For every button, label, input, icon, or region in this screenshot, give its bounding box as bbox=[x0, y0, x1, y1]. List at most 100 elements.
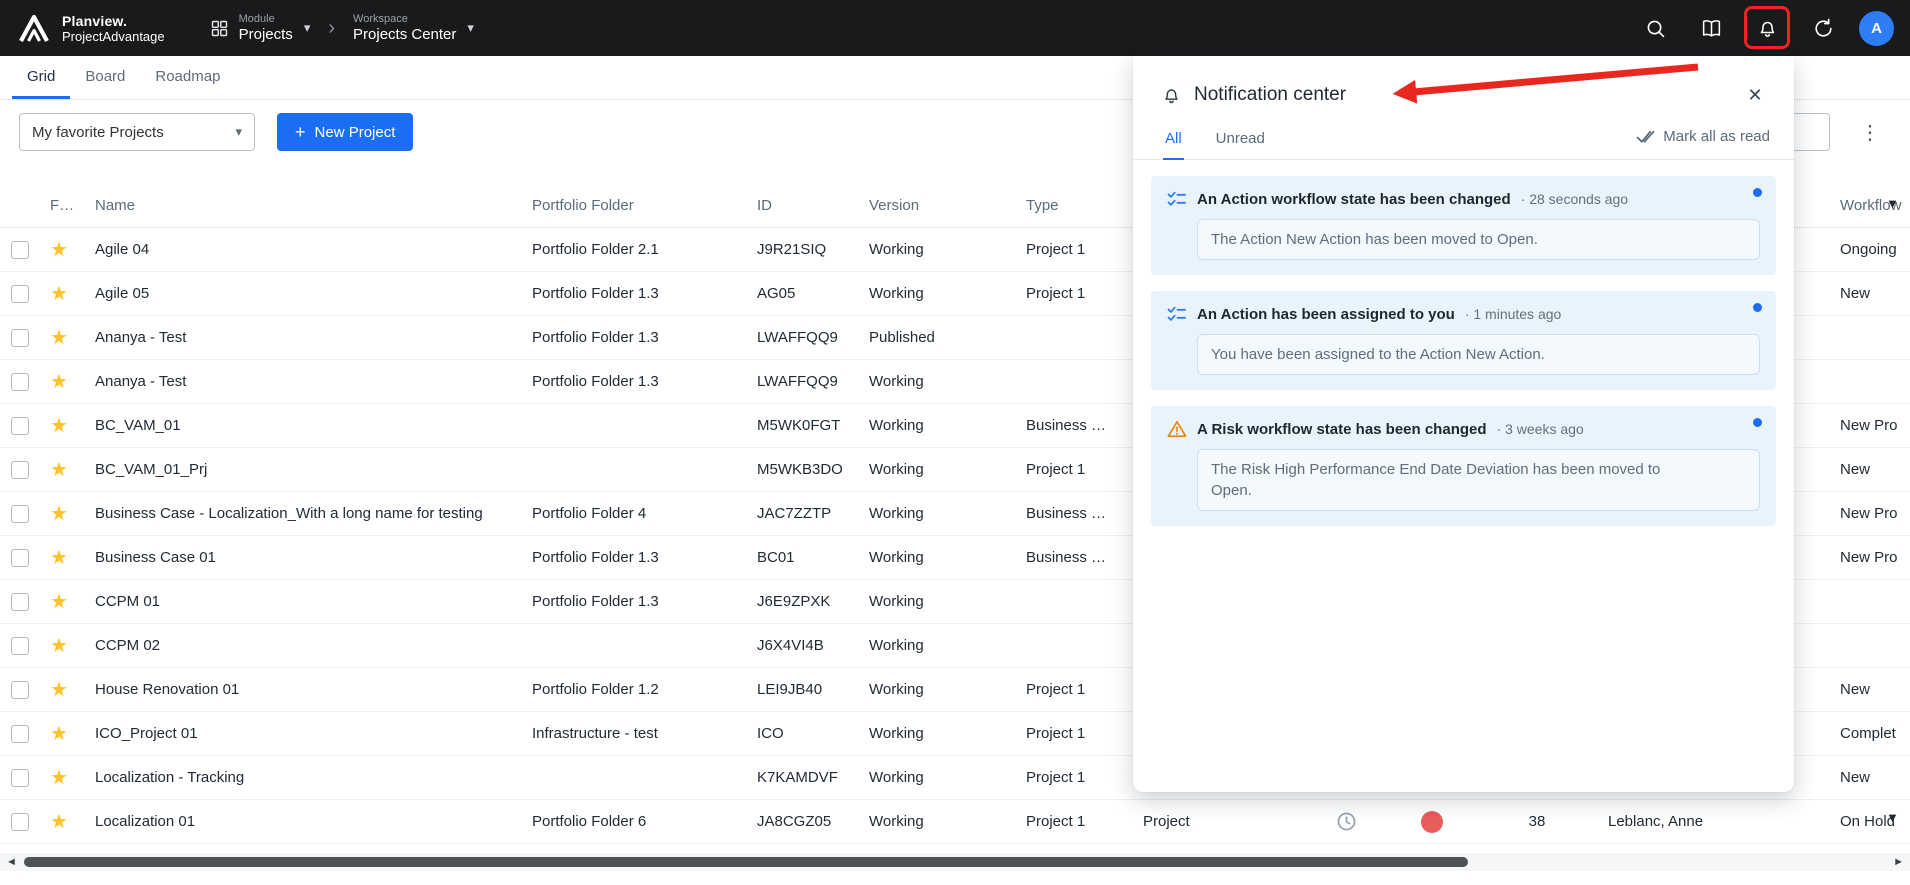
cell-id: AG05 bbox=[757, 285, 869, 302]
cell-owner: Leblanc, Anne bbox=[1592, 813, 1832, 830]
row-checkbox[interactable] bbox=[11, 461, 29, 479]
cell-workflow: New Pro bbox=[1832, 417, 1910, 434]
cell-id: LWAFFQQ9 bbox=[757, 329, 869, 346]
favorite-star-icon[interactable]: ★ bbox=[50, 592, 68, 612]
favorite-star-icon[interactable]: ★ bbox=[50, 812, 68, 832]
column-header-fav[interactable]: Fav... bbox=[40, 197, 95, 214]
horizontal-scrollbar[interactable]: ◄ ► bbox=[0, 853, 1910, 871]
vertical-scroll-caret-icon[interactable]: ▼ bbox=[1886, 810, 1899, 825]
column-header-portfolio-folder[interactable]: Portfolio Folder bbox=[532, 197, 757, 214]
cell-version: Working bbox=[869, 813, 1012, 830]
new-project-label: New Project bbox=[315, 124, 396, 141]
favorite-star-icon[interactable]: ★ bbox=[50, 372, 68, 392]
cell-name: BC_VAM_01_Prj bbox=[95, 461, 532, 478]
cell-workflow: New Pro bbox=[1832, 549, 1910, 566]
search-button[interactable] bbox=[1635, 8, 1675, 48]
module-picker[interactable]: Module Projects ▾ bbox=[203, 9, 317, 48]
favorite-star-icon[interactable]: ★ bbox=[50, 328, 68, 348]
chevron-down-icon: ▾ bbox=[467, 20, 474, 36]
favorite-star-icon[interactable]: ★ bbox=[50, 680, 68, 700]
cell-workflow: Ongoing bbox=[1832, 241, 1910, 258]
cell-type: Project 1 bbox=[1012, 681, 1127, 698]
favorite-star-icon[interactable]: ★ bbox=[50, 724, 68, 744]
favorite-star-icon[interactable]: ★ bbox=[50, 460, 68, 480]
notification-list: An Action workflow state has been change… bbox=[1133, 160, 1794, 542]
cell-type: Project 1 bbox=[1012, 813, 1127, 830]
action-checklist-icon bbox=[1167, 189, 1187, 209]
notifications-button[interactable] bbox=[1747, 8, 1787, 48]
notification-card[interactable]: An Action has been assigned to you · 1 m… bbox=[1151, 291, 1776, 390]
table-row[interactable]: ★ Localization 01 Portfolio Folder 6 JA8… bbox=[0, 800, 1910, 844]
avatar-initial: A bbox=[1871, 20, 1882, 37]
cell-version: Working bbox=[869, 461, 1012, 478]
column-header-version[interactable]: Version bbox=[869, 197, 1012, 214]
cell-workflow: Complet bbox=[1832, 725, 1910, 742]
favorite-star-icon[interactable]: ★ bbox=[50, 548, 68, 568]
column-header-id[interactable]: ID bbox=[757, 197, 869, 214]
planview-brand[interactable]: Planview. ProjectAdvantage bbox=[16, 10, 165, 46]
notification-title: An Action workflow state has been change… bbox=[1197, 191, 1511, 208]
favorites-filter-select[interactable]: My favorite Projects ▾ bbox=[19, 113, 255, 151]
notification-filter-tab[interactable]: All bbox=[1163, 122, 1184, 160]
row-checkbox[interactable] bbox=[11, 241, 29, 259]
cell-portfolio-folder: Portfolio Folder 2.1 bbox=[532, 241, 757, 258]
row-checkbox[interactable] bbox=[11, 681, 29, 699]
scroll-right-icon[interactable]: ► bbox=[1893, 853, 1904, 871]
workspace-picker[interactable]: Workspace Projects Center ▾ bbox=[347, 9, 480, 48]
notification-filter-tab[interactable]: Unread bbox=[1214, 122, 1267, 160]
favorite-star-icon[interactable]: ★ bbox=[50, 504, 68, 524]
cell-version: Working bbox=[869, 725, 1012, 742]
notification-card[interactable]: An Action workflow state has been change… bbox=[1151, 176, 1776, 275]
row-checkbox[interactable] bbox=[11, 769, 29, 787]
favorite-star-icon[interactable]: ★ bbox=[50, 284, 68, 304]
row-checkbox[interactable] bbox=[11, 285, 29, 303]
cell-version: Working bbox=[869, 769, 1012, 786]
cell-version: Working bbox=[869, 637, 1012, 654]
row-checkbox[interactable] bbox=[11, 549, 29, 567]
user-avatar[interactable]: A bbox=[1859, 11, 1894, 46]
view-tab[interactable]: Grid bbox=[12, 56, 70, 99]
cell-id: BC01 bbox=[757, 549, 869, 566]
scroll-left-icon[interactable]: ◄ bbox=[6, 853, 17, 871]
notification-body: You have been assigned to the Action New… bbox=[1197, 334, 1760, 375]
row-checkbox[interactable] bbox=[11, 637, 29, 655]
view-tab[interactable]: Board bbox=[70, 56, 140, 99]
cell-subtype: Project bbox=[1127, 813, 1310, 830]
cell-name: Business Case - Localization_With a long… bbox=[95, 505, 532, 522]
cell-portfolio-folder: Infrastructure - test bbox=[532, 725, 757, 742]
mark-all-read-button[interactable]: Mark all as read bbox=[1636, 122, 1770, 159]
refresh-button[interactable] bbox=[1803, 8, 1843, 48]
chevron-down-icon: ▾ bbox=[304, 20, 311, 36]
close-icon[interactable]: ✕ bbox=[1740, 80, 1770, 110]
cell-id: LEI9JB40 bbox=[757, 681, 869, 698]
notification-card[interactable]: A Risk workflow state has been changed ·… bbox=[1151, 406, 1776, 526]
favorite-star-icon[interactable]: ★ bbox=[50, 240, 68, 260]
favorite-star-icon[interactable]: ★ bbox=[50, 416, 68, 436]
cell-id: LWAFFQQ9 bbox=[757, 373, 869, 390]
favorite-star-icon[interactable]: ★ bbox=[50, 636, 68, 656]
cell-name: Business Case 01 bbox=[95, 549, 532, 566]
view-tab[interactable]: Roadmap bbox=[140, 56, 235, 99]
column-header-type[interactable]: Type bbox=[1012, 197, 1127, 214]
column-caret-icon[interactable]: ▼ bbox=[1886, 196, 1899, 211]
row-checkbox[interactable] bbox=[11, 505, 29, 523]
column-header-name[interactable]: Name bbox=[95, 197, 532, 214]
favorite-star-icon[interactable]: ★ bbox=[50, 768, 68, 788]
cell-id: J6X4VI4B bbox=[757, 637, 869, 654]
row-checkbox[interactable] bbox=[11, 725, 29, 743]
row-checkbox[interactable] bbox=[11, 593, 29, 611]
row-checkbox[interactable] bbox=[11, 373, 29, 391]
row-checkbox[interactable] bbox=[11, 329, 29, 347]
row-checkbox[interactable] bbox=[11, 417, 29, 435]
cell-portfolio-folder: Portfolio Folder 4 bbox=[532, 505, 757, 522]
row-checkbox[interactable] bbox=[11, 813, 29, 831]
cell-type: Project 1 bbox=[1012, 461, 1127, 478]
scroll-thumb[interactable] bbox=[24, 857, 1468, 867]
cell-type: Business C... bbox=[1012, 549, 1127, 566]
cell-type: Project 1 bbox=[1012, 725, 1127, 742]
help-docs-button[interactable] bbox=[1691, 8, 1731, 48]
overflow-menu-icon[interactable]: ⋮ bbox=[1856, 113, 1884, 151]
new-project-button[interactable]: + New Project bbox=[277, 113, 413, 151]
cell-name: Ananya - Test bbox=[95, 329, 532, 346]
notification-panel: Notification center ✕ All Unread Mark al… bbox=[1133, 56, 1794, 792]
